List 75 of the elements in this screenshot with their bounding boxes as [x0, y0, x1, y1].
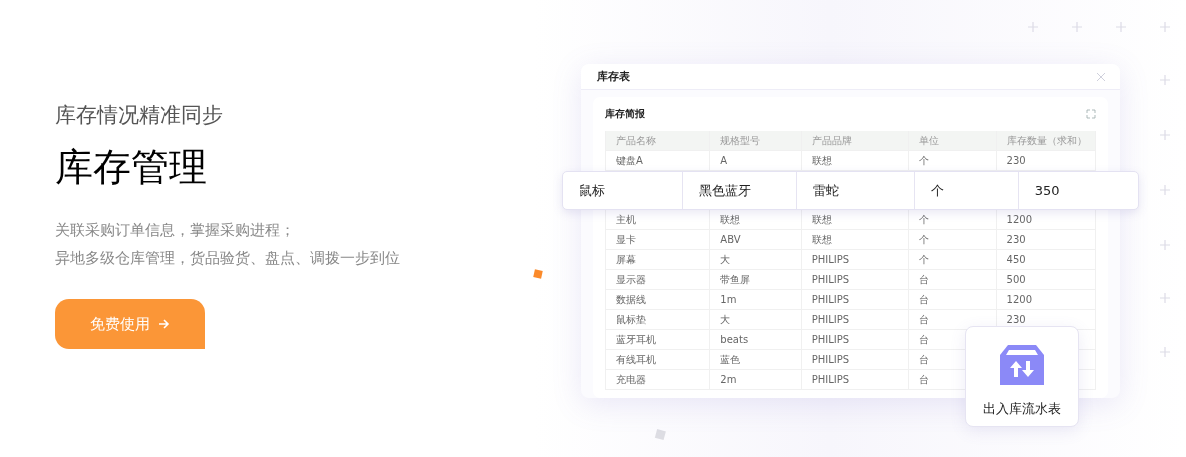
table-cell: 个 — [909, 210, 997, 229]
table-cell: 大 — [710, 250, 802, 269]
plus-mark — [1159, 346, 1171, 358]
table-cell: 蓝色 — [710, 350, 802, 369]
table-cell: PHILIPS — [801, 250, 910, 269]
column-header: 单位 — [909, 131, 997, 150]
table-cell-text: 350 — [1033, 182, 1061, 200]
description-line: 关联采购订单信息，掌握采购进程； — [55, 220, 296, 241]
table-cell: 联想 — [801, 151, 910, 170]
table-cell: 联想 — [801, 210, 910, 229]
table-cell: PHILIPS — [801, 290, 910, 309]
table-cell: beats — [710, 330, 802, 349]
column-header: 产品品牌 — [801, 131, 910, 150]
subtitle: 库存情况精准同步 — [55, 102, 224, 129]
table-cell: PHILIPS — [801, 330, 910, 349]
plus-mark — [1159, 292, 1171, 304]
plus-mark — [1159, 21, 1171, 33]
table-cell: 台 — [909, 290, 997, 309]
table-cell-text: 230 — [1005, 233, 1027, 247]
window-title: 库存表 — [597, 69, 630, 84]
table-cell: 主机 — [606, 210, 711, 229]
table-cell-text: 500 — [1005, 273, 1027, 287]
table-cell: 2m — [710, 370, 802, 389]
table-cell: 联想 — [801, 230, 910, 249]
table-cell: PHILIPS — [801, 350, 910, 369]
table-cell: 雷蛇 — [796, 172, 916, 209]
expand-icon[interactable] — [1086, 109, 1096, 119]
table-cell: 个 — [909, 230, 997, 249]
table-cell: 蓝牙耳机 — [606, 330, 711, 349]
table-cell: 屏幕 — [606, 250, 711, 269]
table-cell: 鼠标 — [563, 172, 684, 209]
table-cell-text: 230 — [1005, 154, 1027, 168]
feature-card[interactable]: 出入库流水表 — [965, 326, 1079, 427]
table-cell: 数据线 — [606, 290, 711, 309]
table-cell: 黑色蓝牙 — [683, 172, 797, 209]
table-cell: 键盘A — [606, 151, 711, 170]
table-cell: 充电器 — [606, 370, 711, 389]
box-arrows-icon — [1000, 345, 1044, 385]
plus-mark — [1115, 21, 1127, 33]
table-cell: PHILIPS — [801, 310, 910, 329]
table-cell: 1m — [710, 290, 802, 309]
plus-mark — [1027, 21, 1039, 33]
table-cell: 台 — [909, 270, 997, 289]
feature-label: 出入库流水表 — [983, 400, 1061, 418]
plus-mark — [1159, 239, 1171, 251]
arrow-icon — [158, 318, 170, 330]
column-header: 规格型号 — [710, 131, 802, 150]
table-cell: 联想 — [710, 210, 802, 229]
table-cell: 个 — [909, 250, 997, 269]
table-cell-text: 450 — [1005, 253, 1027, 267]
plus-mark — [1159, 129, 1171, 141]
plus-mark — [1159, 184, 1171, 196]
table-cell: 个 — [915, 172, 1019, 209]
table-cell: A — [710, 151, 802, 170]
table-cell: 显卡 — [606, 230, 711, 249]
panel-title: 库存简报 — [605, 107, 645, 121]
table-cell-text: 1200 — [1005, 293, 1034, 307]
table-cell-text: 1200 — [1005, 213, 1034, 227]
close-icon[interactable] — [1096, 71, 1106, 82]
table-cell: 显示器 — [606, 270, 711, 289]
table-cell-text: 230 — [1005, 313, 1027, 327]
page-title: 库存管理 — [55, 144, 208, 191]
description-line: 异地多级仓库管理，货品验货、盘点、调拨一步到位 — [55, 248, 400, 269]
table-cell: 个 — [909, 151, 997, 170]
column-header: 产品名称 — [606, 131, 711, 150]
plus-mark — [1159, 74, 1171, 86]
table-cell: 鼠标垫 — [606, 310, 711, 329]
table-cell: 带鱼屏 — [710, 270, 802, 289]
table-cell: 大 — [710, 310, 802, 329]
table-cell: PHILIPS — [801, 370, 910, 389]
column-header: 库存数量（求和） — [1005, 133, 1088, 148]
table-cell: 有线耳机 — [606, 350, 711, 369]
plus-mark — [1071, 21, 1083, 33]
table-cell: PHILIPS — [801, 270, 910, 289]
table-cell: ABV — [710, 230, 802, 249]
